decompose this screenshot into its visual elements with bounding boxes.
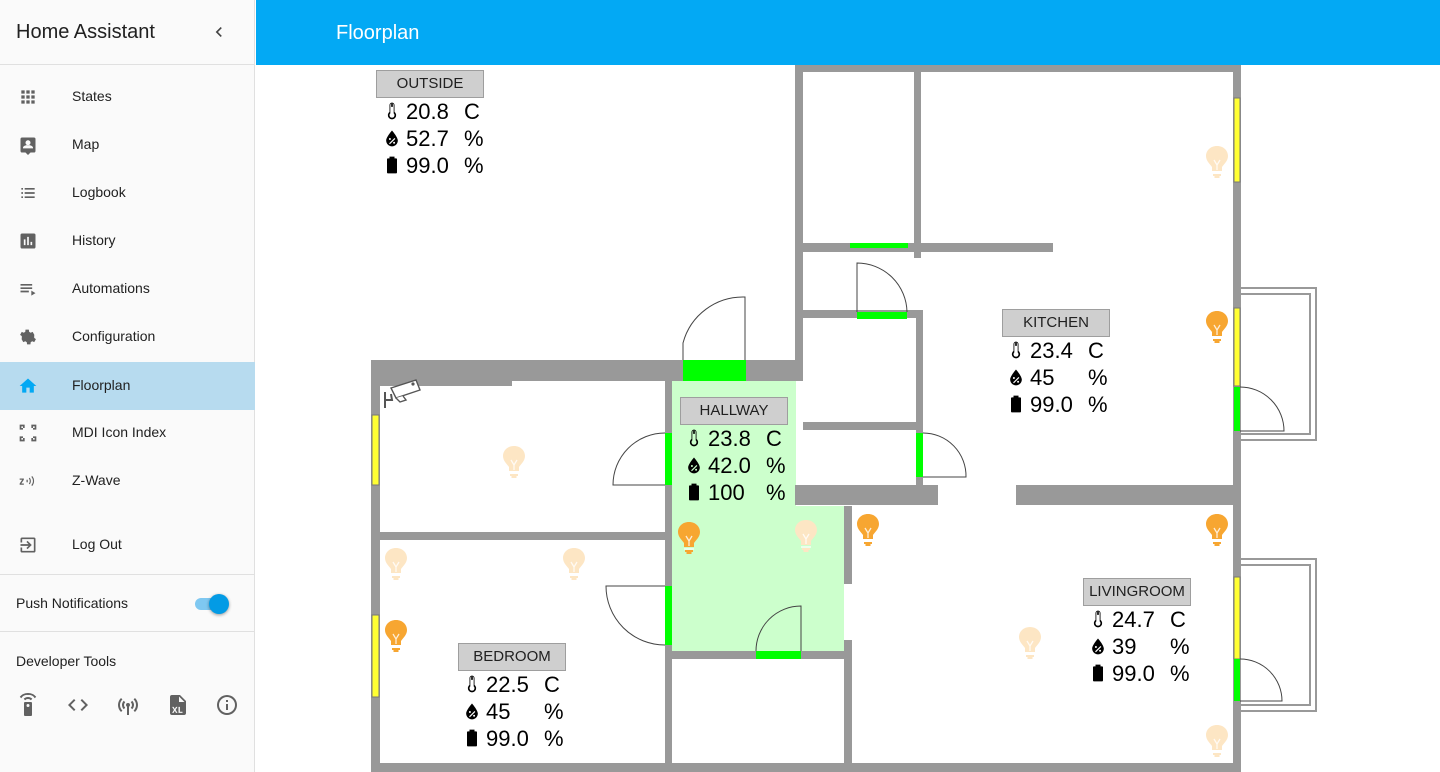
bedroom-left-light-bulb-icon[interactable] [384, 547, 408, 581]
battery-icon [382, 154, 402, 176]
divider [0, 631, 255, 632]
kitchen-sensors: 23.4 C 45% 99.0% [1006, 337, 1108, 418]
livingroom-sensors: 24.7 C 39% 99.0% [1088, 606, 1190, 687]
bedroom-window-light-bulb-icon[interactable] [384, 619, 408, 653]
water-percent-icon [382, 127, 402, 149]
push-notifications-toggle[interactable] [193, 594, 229, 614]
sidebar-item-log-out[interactable]: Log Out [0, 521, 255, 569]
sidebar-item-label: States [72, 88, 112, 104]
account-box-icon [18, 135, 38, 155]
thermometer-icon [684, 427, 704, 449]
sidebar: Home Assistant States Map Logbook Histor… [0, 0, 255, 772]
sidebar-item-label: Z-Wave [72, 472, 121, 488]
app-header: Floorplan [256, 0, 1440, 65]
sidebar-item-label: Configuration [72, 328, 156, 344]
livingroom-temperature: 24.7 [1112, 607, 1155, 632]
livingroom-right-light-bulb-icon[interactable] [1205, 513, 1229, 547]
sidebar-item-label: Floorplan [72, 377, 131, 393]
battery-icon [684, 481, 704, 503]
app-title: Home Assistant [16, 21, 155, 43]
bedroom-temperature: 22.5 [486, 672, 529, 697]
outside-temperature: 20.8 [406, 99, 449, 124]
livingroom-bottom-light-bulb-icon[interactable] [1205, 724, 1229, 758]
z-wave-icon [18, 471, 38, 491]
room-label-livingroom: LIVINGROOM [1083, 578, 1191, 606]
home-icon [18, 376, 38, 396]
livingroom-left-light-bulb-icon[interactable] [856, 513, 880, 547]
file-xml-icon[interactable] [166, 693, 190, 717]
livingroom-humidity: 39 [1112, 634, 1137, 659]
sidebar-item-z-wave[interactable]: Z-Wave [0, 457, 255, 505]
floorplan: OUTSIDE 20.8 C 52.7% 99.0% KITCHEN 23.4 C … [256, 65, 1440, 772]
view-dashboard-icon [18, 87, 38, 107]
page-title: Floorplan [336, 22, 420, 44]
bedroom-sensors: 22.5 C 45% 99.0% [462, 671, 564, 752]
battery-icon [462, 727, 482, 749]
sidebar-item-label: Automations [72, 280, 150, 296]
thermometer-icon [1088, 608, 1108, 630]
format-list-bulleted-icon [18, 183, 38, 203]
sidebar-item-mdi-icon-index[interactable]: MDI Icon Index [0, 409, 255, 457]
developer-tools-label: Developer Tools [16, 653, 117, 669]
sidebar-item-floorplan[interactable]: Floorplan [0, 362, 255, 410]
water-percent-icon [1006, 366, 1026, 388]
thermometer-icon [1006, 339, 1026, 361]
room-label-outside: OUTSIDE [376, 70, 484, 98]
room-label-kitchen: KITCHEN [1002, 309, 1110, 337]
kitchen-humidity: 45 [1030, 365, 1055, 390]
thermometer-icon [462, 673, 482, 695]
chevron-left-icon[interactable] [209, 20, 229, 44]
livingroom-battery: 99.0 [1112, 661, 1155, 686]
water-percent-icon [462, 700, 482, 722]
vector-square-icon [18, 423, 38, 443]
kitchen-light-bulb-icon[interactable] [1205, 310, 1229, 344]
bedroom-top-light-bulb-icon[interactable] [502, 445, 526, 479]
thermometer-icon [382, 100, 402, 122]
kitchen-battery: 99.0 [1030, 392, 1073, 417]
bedroom-humidity: 45 [486, 699, 511, 724]
sidebar-item-label: Logbook [72, 184, 126, 200]
outside-humidity: 52.7 [406, 126, 449, 151]
radio-tower-icon[interactable] [116, 693, 140, 717]
hallway-battery: 100 [708, 480, 745, 505]
hallway-temperature: 23.8 [708, 426, 751, 451]
battery-icon [1006, 393, 1026, 415]
livingroom-center-light-bulb-icon[interactable] [1018, 626, 1042, 660]
remote-icon[interactable] [16, 693, 40, 717]
sidebar-item-automations[interactable]: Automations [0, 265, 255, 313]
bedroom-middle-light-bulb-icon[interactable] [562, 547, 586, 581]
hallway-sensors: 23.8 C 42.0% 100% [684, 425, 786, 506]
sidebar-item-logbook[interactable]: Logbook [0, 169, 255, 217]
outside-sensors: 20.8 C 52.7% 99.0% [382, 98, 484, 179]
sidebar-item-label: MDI Icon Index [72, 424, 167, 440]
sidebar-item-configuration[interactable]: Configuration [0, 313, 255, 361]
divider [0, 574, 255, 575]
push-notifications-label: Push Notifications [16, 595, 129, 611]
code-tags-icon[interactable] [66, 693, 90, 717]
exit-to-app-icon [18, 535, 38, 555]
sidebar-item-map[interactable]: Map [0, 121, 255, 169]
room-label-hallway: HALLWAY [680, 397, 788, 425]
room-label-bedroom: BEDROOM [458, 643, 566, 671]
sidebar-item-label: History [72, 232, 116, 248]
information-outline-icon[interactable] [215, 693, 239, 717]
playlist-play-icon [18, 279, 38, 299]
chart-box-icon [18, 231, 38, 251]
hallway-humidity: 42.0 [708, 453, 751, 478]
bedroom-battery: 99.0 [486, 726, 529, 751]
outside-battery: 99.0 [406, 153, 449, 178]
water-percent-icon [1088, 635, 1108, 657]
settings-icon [18, 327, 38, 347]
water-percent-icon [684, 454, 704, 476]
kitchen-top-light-bulb-icon[interactable] [1205, 145, 1229, 179]
sidebar-item-states[interactable]: States [0, 73, 255, 121]
sidebar-item-label: Map [72, 136, 100, 152]
kitchen-temperature: 23.4 [1030, 338, 1073, 363]
sidebar-item-history[interactable]: History [0, 217, 255, 265]
battery-icon [1088, 662, 1108, 684]
sidebar-header: Home Assistant [0, 0, 254, 65]
balcony-outlines [1241, 287, 1317, 712]
sidebar-item-label: Log Out [72, 536, 122, 552]
